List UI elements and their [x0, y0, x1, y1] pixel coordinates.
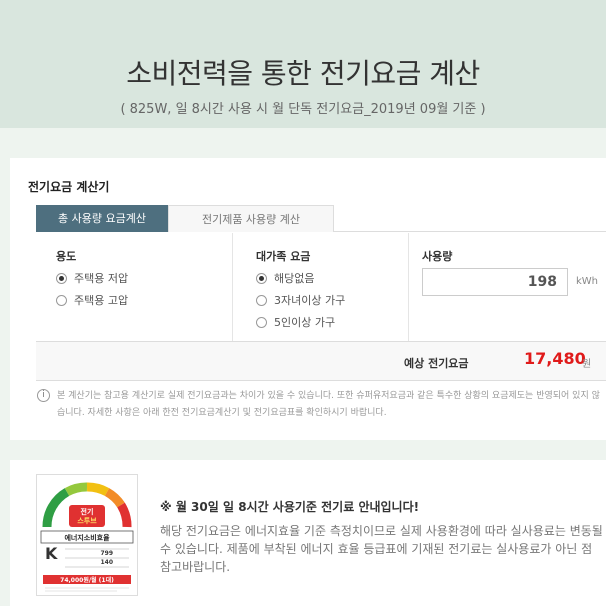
family-label: 대가족 요금 [256, 250, 311, 263]
radio-unselected-icon [256, 316, 267, 328]
radio-residential-low[interactable]: 주택용 저압 [56, 270, 128, 286]
radio-label: 3자녀이상 가구 [274, 294, 346, 307]
energy-label-title: 에너지소비효율 [64, 533, 110, 542]
energy-label-header-top: 전기 [81, 507, 94, 516]
result-unit: 원 [582, 359, 592, 370]
radio-unselected-icon [56, 294, 67, 306]
page-subtitle: ( 825W, 일 8시간 사용 시 월 단독 전기요금_2019년 09월 기… [120, 102, 486, 117]
radio-label: 주택용 저압 [74, 272, 129, 285]
radio-family-three-children[interactable]: 3자녀이상 가구 [256, 292, 345, 308]
info-panel: 전기 스투브 에너지소비효율 K 799 140 74,000원/월 (1대) … [10, 460, 606, 606]
usage-input[interactable]: 198 [422, 268, 568, 296]
radio-label: 5인이상 가구 [274, 316, 336, 329]
energy-efficiency-label-image: 전기 스투브 에너지소비효율 K 799 140 74,000원/월 (1대) [36, 474, 138, 596]
energy-label-price: 74,000원/월 (1대) [60, 576, 114, 584]
energy-label-value-2: 140 [100, 559, 113, 566]
info-body: 해당 전기요금은 에너지효율 기준 측정치이므로 실제 사용환경에 따라 실사용… [160, 524, 603, 574]
info-icon: i [37, 389, 50, 402]
radio-family-none[interactable]: 해당없음 [256, 270, 314, 286]
calculator-panel: 전기요금 계산기 총 사용량 요금계산 전기제품 사용량 계산 용도 주택용 저… [10, 158, 606, 440]
radio-residential-high[interactable]: 주택용 고압 [56, 292, 128, 308]
column-divider [232, 233, 233, 341]
energy-label-header-bottom: 스투브 [77, 517, 97, 525]
tab-appliance-usage[interactable]: 전기제품 사용량 계산 [168, 205, 334, 232]
radio-family-five-members[interactable]: 5인이상 가구 [256, 314, 335, 330]
usage-label: 사용량 [422, 250, 453, 263]
hero-banner: 소비전력을 통한 전기요금 계산 ( 825W, 일 8시간 사용 시 월 단독… [0, 0, 606, 128]
energy-label-value-1: 799 [100, 550, 113, 557]
radio-selected-icon [256, 272, 267, 284]
radio-label: 해당없음 [274, 272, 315, 285]
calculator-title: 전기요금 계산기 [28, 180, 110, 194]
kc-mark-icon: K [45, 544, 58, 563]
radio-label: 주택용 고압 [74, 294, 129, 307]
column-divider [408, 233, 409, 341]
result-label: 예상 전기요금 [404, 357, 469, 370]
purpose-label: 용도 [56, 250, 77, 263]
page-title: 소비전력을 통한 전기요금 계산 [126, 57, 480, 90]
result-bar [36, 341, 606, 381]
info-title: ※ 월 30일 일 8시간 사용기준 전기료 안내입니다! [160, 500, 420, 514]
energy-label-graphic: 전기 스투브 에너지소비효율 K 799 140 74,000원/월 (1대) [40, 482, 134, 592]
calculator-tabs: 총 사용량 요금계산 전기제품 사용량 계산 [36, 205, 606, 232]
radio-unselected-icon [256, 294, 267, 306]
usage-unit: kWh [576, 276, 599, 287]
radio-selected-icon [56, 272, 67, 284]
calculator-note: 본 계산기는 참고용 계산기로 실제 전기요금과는 차이가 있을 수 있습니다.… [57, 391, 600, 418]
result-value: 17,480 [524, 349, 586, 368]
tab-total-usage[interactable]: 총 사용량 요금계산 [36, 205, 168, 232]
